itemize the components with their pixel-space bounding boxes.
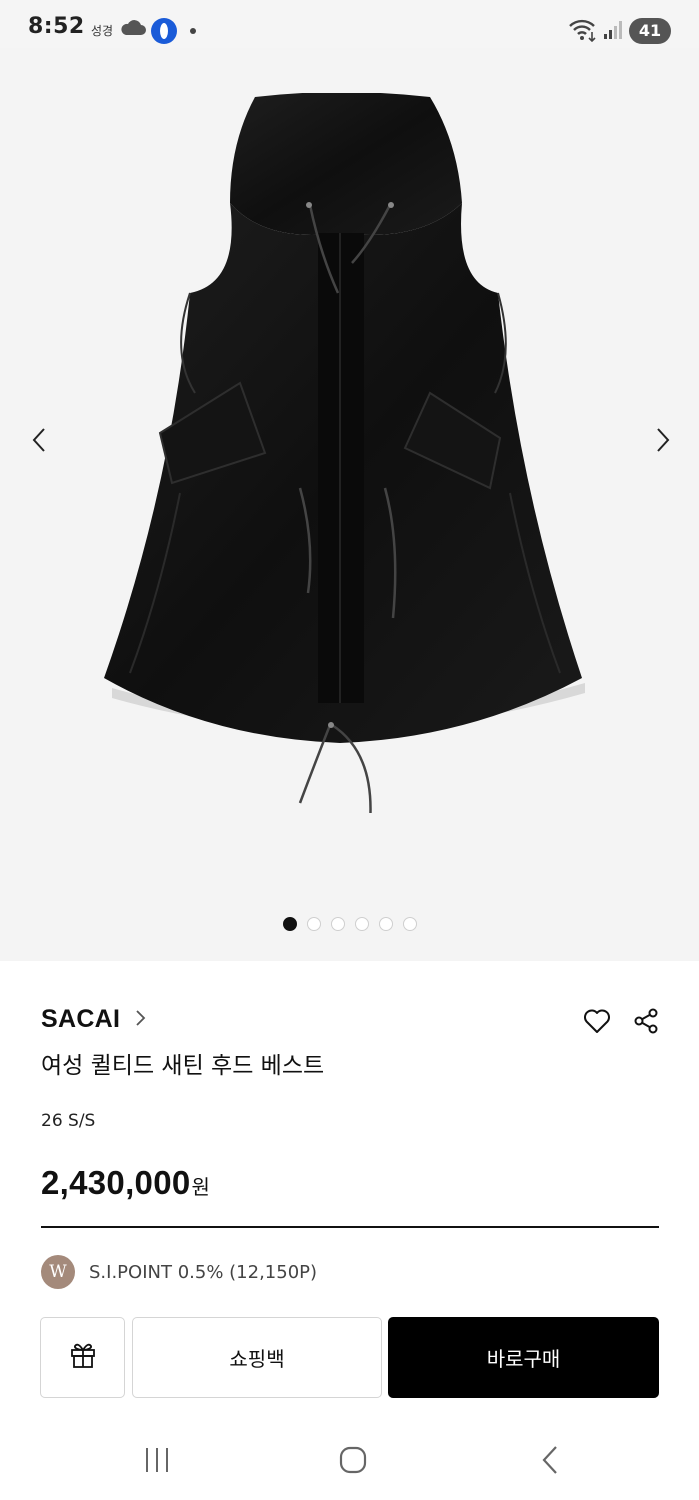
brand-name: SACAI (41, 1005, 121, 1033)
gift-icon (68, 1340, 98, 1375)
chevron-right-icon[interactable] (648, 426, 676, 454)
status-bar: 8:52 성경 41 (0, 0, 699, 48)
divider (41, 1226, 659, 1228)
product-gallery[interactable] (0, 48, 699, 961)
system-nav-bar (0, 1420, 699, 1500)
notification-dot (190, 28, 196, 34)
signal-icon (603, 20, 623, 44)
brand-link[interactable]: SACAI (41, 1005, 148, 1034)
share-icon[interactable] (633, 1008, 659, 1038)
app-icon (151, 18, 177, 44)
product-price: 2,430,000 (41, 1164, 191, 1201)
chevron-left-icon[interactable] (26, 426, 54, 454)
pagination-dot-active[interactable] (282, 917, 297, 931)
heart-icon[interactable] (583, 1008, 611, 1038)
product-name: 여성 퀼티드 새틴 후드 베스트 (41, 1053, 325, 1079)
hooded-vest-product-image (104, 93, 585, 813)
pagination-dot[interactable] (306, 917, 321, 931)
status-time: 8:52 (28, 14, 85, 39)
wifi-icon (568, 18, 598, 46)
recent-apps-icon[interactable] (143, 1445, 171, 1479)
pagination-dot[interactable] (330, 917, 345, 931)
point-info: W S.I.POINT 0.5% (12,150P) (41, 1255, 317, 1289)
buy-now-button[interactable]: 바로구매 (388, 1317, 659, 1398)
price-row: 2,430,000 원 (41, 1164, 210, 1202)
battery-icon: 41 (629, 18, 671, 44)
home-icon[interactable] (338, 1445, 368, 1479)
shopping-bag-button[interactable]: 쇼핑백 (132, 1317, 382, 1398)
gallery-pagination (0, 917, 699, 931)
back-icon[interactable] (538, 1445, 562, 1479)
pagination-dot[interactable] (378, 917, 393, 931)
chevron-right-icon (134, 1009, 148, 1031)
status-carrier: 성경 (91, 24, 114, 38)
point-text: S.I.POINT 0.5% (12,150P) (89, 1261, 318, 1283)
pagination-dot[interactable] (354, 917, 369, 931)
point-badge-icon: W (41, 1255, 75, 1289)
cloud-icon (120, 20, 146, 40)
price-currency: 원 (191, 1175, 210, 1199)
pagination-dot[interactable] (402, 917, 417, 931)
product-season: 26 S/S (41, 1111, 96, 1131)
gift-button[interactable] (40, 1317, 125, 1398)
